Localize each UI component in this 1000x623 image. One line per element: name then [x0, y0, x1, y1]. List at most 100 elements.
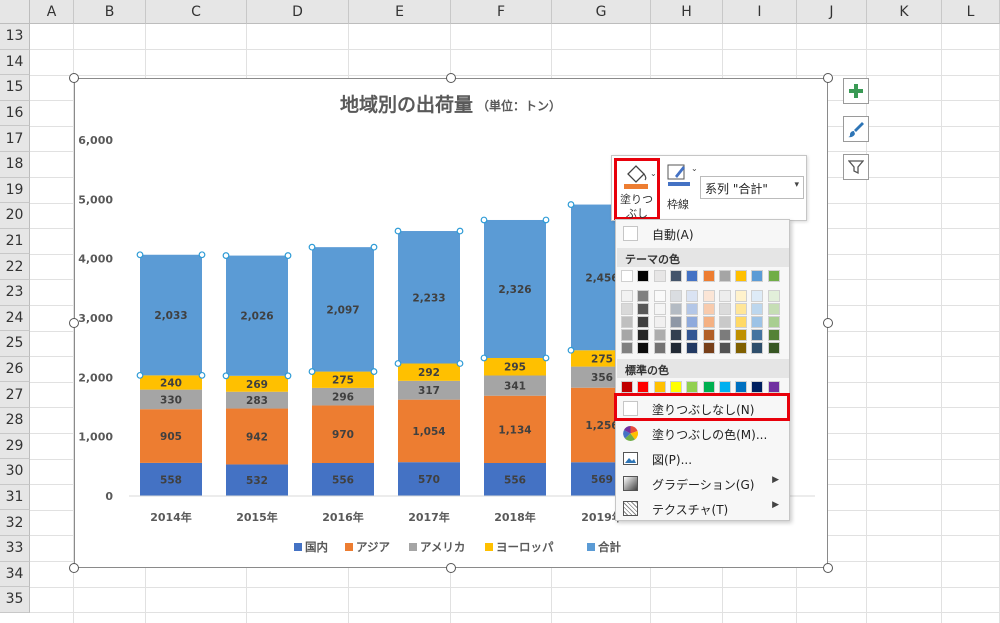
selection-point-handle[interactable]	[308, 243, 316, 251]
color-swatch[interactable]	[637, 270, 650, 282]
color-swatch-tint[interactable]	[653, 329, 666, 341]
row-header-22[interactable]: 22	[0, 254, 30, 280]
standard-color-swatch[interactable]	[702, 381, 715, 393]
color-swatch-tint[interactable]	[686, 329, 699, 341]
resize-handle-bl[interactable]	[69, 563, 79, 573]
data-label[interactable]: 275	[332, 375, 354, 387]
standard-color-swatch[interactable]	[637, 381, 650, 393]
color-swatch[interactable]	[621, 270, 633, 282]
color-swatch-tint[interactable]	[767, 329, 780, 341]
row-header-29[interactable]: 29	[0, 433, 30, 460]
color-swatch[interactable]	[751, 270, 764, 282]
menu-item-auto[interactable]: 自動(A)	[617, 222, 789, 246]
data-label[interactable]: 283	[246, 395, 268, 407]
selection-point-handle[interactable]	[456, 227, 464, 235]
color-swatch-tint[interactable]	[751, 329, 764, 341]
color-swatch-tint[interactable]	[637, 316, 650, 328]
selection-point-handle[interactable]	[567, 201, 575, 208]
color-swatch-tint[interactable]	[686, 316, 699, 328]
legend-entry-国内[interactable]: 国内	[305, 540, 328, 554]
data-label[interactable]: 292	[418, 367, 440, 379]
dropdown-chevron-icon[interactable]: ⌄	[691, 164, 698, 173]
column-header-G[interactable]: G	[552, 0, 651, 24]
column-header-D[interactable]: D	[247, 0, 349, 24]
data-label[interactable]: 905	[160, 431, 182, 443]
row-header-21[interactable]: 21	[0, 228, 30, 255]
color-swatch-tint[interactable]	[653, 303, 666, 315]
column-header-A[interactable]: A	[30, 0, 74, 24]
data-label[interactable]: 2,456	[585, 272, 618, 284]
color-swatch-tint[interactable]	[735, 329, 748, 341]
resize-handle-mr[interactable]	[823, 318, 833, 328]
color-swatch-tint[interactable]	[621, 290, 633, 302]
color-swatch-tint[interactable]	[718, 342, 731, 354]
row-header-26[interactable]: 26	[0, 356, 30, 383]
menu-item-gradient[interactable]: グラデーション(G) ▶	[617, 472, 789, 496]
resize-handle-tl[interactable]	[69, 73, 79, 83]
selection-point-handle[interactable]	[480, 216, 488, 224]
data-label[interactable]: 2,097	[326, 304, 359, 316]
data-label[interactable]: 356	[591, 372, 613, 384]
selection-point-handle[interactable]	[370, 243, 378, 251]
standard-color-swatch[interactable]	[735, 381, 748, 393]
data-label[interactable]: 295	[504, 362, 526, 374]
data-label[interactable]: 558	[160, 474, 182, 486]
dropdown-chevron-icon[interactable]: ⌄	[650, 169, 657, 178]
color-swatch-tint[interactable]	[702, 303, 715, 315]
color-swatch[interactable]	[669, 270, 682, 282]
color-swatch-tint[interactable]	[735, 316, 748, 328]
selection-point-handle[interactable]	[370, 368, 378, 375]
data-label[interactable]: 1,134	[498, 424, 531, 436]
row-header-34[interactable]: 34	[0, 561, 30, 588]
color-swatch-tint[interactable]	[702, 290, 715, 302]
y-axis[interactable]: 0 1,000 2,000 3,000 4,000 5,000 6,000	[78, 134, 113, 503]
color-swatch-tint[interactable]	[718, 290, 731, 302]
selection-point-handle[interactable]	[284, 372, 292, 380]
column-header-F[interactable]: F	[451, 0, 552, 24]
color-swatch-tint[interactable]	[653, 342, 666, 354]
data-label[interactable]: 556	[504, 475, 526, 487]
row-header-15[interactable]: 15	[0, 75, 30, 101]
row-header-27[interactable]: 27	[0, 382, 30, 408]
selection-point-handle[interactable]	[198, 371, 206, 379]
plot-area[interactable]: 558 532 556 570 556 569 905 942 970 1,054 1,134 1,2…	[136, 201, 637, 496]
data-label[interactable]: 2,233	[412, 292, 445, 304]
data-label[interactable]: 569	[591, 474, 613, 486]
color-swatch-tint[interactable]	[718, 316, 731, 328]
resize-handle-tr[interactable]	[823, 73, 833, 83]
legend-entry-アジア[interactable]: アジア	[356, 540, 391, 554]
selection-point-handle[interactable]	[567, 346, 575, 354]
color-swatch-tint[interactable]	[767, 316, 780, 328]
column-header-C[interactable]: C	[146, 0, 247, 24]
row-header-20[interactable]: 20	[0, 203, 30, 229]
column-header-L[interactable]: L	[942, 0, 1000, 24]
data-label[interactable]: 275	[591, 353, 613, 365]
row-header-16[interactable]: 16	[0, 100, 30, 127]
menu-item-picture[interactable]: 図(P)...	[617, 447, 789, 471]
color-swatch[interactable]	[735, 270, 748, 282]
selection-point-handle[interactable]	[136, 371, 144, 379]
color-swatch-tint[interactable]	[653, 290, 666, 302]
data-label[interactable]: 269	[246, 379, 268, 391]
color-swatch-tint[interactable]	[669, 290, 682, 302]
column-header-H[interactable]: H	[651, 0, 723, 24]
standard-color-swatch[interactable]	[653, 381, 666, 393]
menu-item-more-colors[interactable]: 塗りつぶしの色(M)...	[617, 422, 789, 446]
resize-handle-br[interactable]	[823, 563, 833, 573]
resize-handle-bm[interactable]	[446, 563, 456, 573]
color-swatch-tint[interactable]	[702, 329, 715, 341]
selection-point-handle[interactable]	[198, 251, 206, 259]
row-header-32[interactable]: 32	[0, 510, 30, 536]
column-header-K[interactable]: K	[867, 0, 942, 24]
selection-point-handle[interactable]	[542, 354, 550, 362]
color-swatch-tint[interactable]	[702, 316, 715, 328]
color-swatch-tint[interactable]	[637, 329, 650, 341]
data-label[interactable]: 240	[160, 377, 182, 389]
color-swatch-tint[interactable]	[718, 329, 731, 341]
color-swatch-tint[interactable]	[718, 303, 731, 315]
legend-entry-アメリカ[interactable]: アメリカ	[420, 540, 465, 554]
color-swatch-tint[interactable]	[702, 342, 715, 354]
column-header-E[interactable]: E	[349, 0, 451, 24]
color-swatch-tint[interactable]	[653, 316, 666, 328]
selection-point-handle[interactable]	[308, 368, 316, 375]
